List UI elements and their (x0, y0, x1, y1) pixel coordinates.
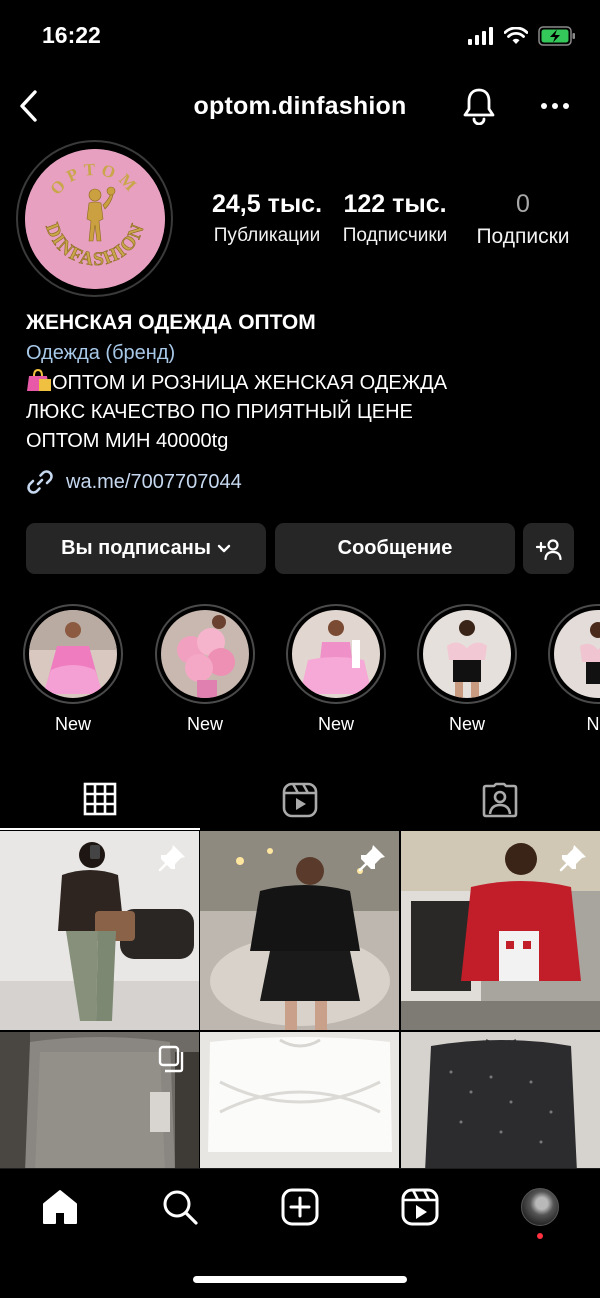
status-bar: 16:22 (0, 0, 600, 72)
signal-icon (468, 27, 493, 45)
post-tile[interactable] (200, 1032, 399, 1169)
bio-line-1: ОПТОМ И РОЗНИЦА ЖЕНСКАЯ ОДЕЖДА (52, 372, 448, 394)
profile-avatar-ring[interactable]: OPTOM DINFASHION (16, 140, 173, 297)
profile-tabs (0, 770, 600, 830)
notification-dot (537, 1233, 543, 1239)
highlight-item[interactable]: New (155, 604, 255, 735)
nav-home[interactable] (30, 1185, 90, 1229)
reels-icon (282, 782, 318, 818)
post-tile[interactable] (0, 831, 199, 1030)
highlight-thumbnail (161, 610, 249, 698)
highlight-thumbnail (292, 610, 380, 698)
create-icon (281, 1188, 319, 1226)
tab-reels[interactable] (200, 770, 400, 830)
more-icon (541, 103, 569, 109)
profile-avatar: OPTOM DINFASHION (24, 148, 165, 289)
following-button[interactable]: Вы подписаны (26, 523, 266, 574)
highlight-item[interactable]: New (23, 604, 123, 735)
nav-search[interactable] (150, 1185, 210, 1229)
suggested-people-button[interactable] (523, 523, 574, 574)
following-label: Подписки (476, 225, 570, 248)
posts-grid (0, 831, 600, 1169)
highlight-thumbnail (554, 610, 600, 698)
stat-following[interactable]: 0 Подписки (462, 190, 584, 249)
stat-posts[interactable]: 24,5 тыс. Публикации (206, 190, 328, 247)
more-options-button[interactable] (534, 84, 576, 128)
bio-name: ЖЕНСКАЯ ОДЕЖДА ОПТОМ (26, 311, 316, 334)
highlight-item[interactable]: New (417, 604, 517, 735)
carousel-icon (158, 1045, 184, 1073)
highlight-label: New (54, 714, 91, 734)
grid-icon (83, 782, 117, 816)
pin-icon (358, 845, 385, 872)
following-count: 0 (516, 190, 530, 218)
highlight-thumbnail (423, 610, 511, 698)
bio-category: Одежда (бренд) (26, 342, 176, 364)
home-icon (43, 1190, 77, 1224)
followers-label: Подписчики (342, 225, 448, 246)
highlight-item[interactable]: Ne (548, 604, 600, 735)
nav-create[interactable] (270, 1185, 330, 1229)
posts-label: Публикации (213, 225, 321, 246)
bio-line-2: ЛЮКС КАЧЕСТВО ПО ПРИЯТНЫЙ ЦЕНЕ (26, 401, 413, 423)
status-time: 16:22 (42, 22, 101, 48)
wifi-icon (504, 27, 528, 44)
battery-charging-icon (538, 26, 575, 46)
chevron-down-icon (217, 544, 231, 552)
following-button-label: Вы подписаны (61, 537, 211, 559)
highlight-label: New (317, 714, 354, 734)
tagged-icon (482, 782, 518, 818)
post-tile[interactable] (401, 831, 600, 1030)
home-indicator[interactable] (193, 1276, 407, 1283)
highlight-item[interactable]: New (286, 604, 386, 735)
nav-profile[interactable] (510, 1185, 570, 1229)
bio-text: ОПТОМ И РОЗНИЦА ЖЕНСКАЯ ОДЕЖДА ЛЮКС КАЧЕ… (26, 368, 586, 456)
bio-link[interactable]: wa.me/7007707044 (26, 468, 242, 496)
profile-avatar-small (521, 1188, 559, 1226)
stat-followers[interactable]: 122 тыс. Подписчики (336, 190, 454, 247)
pin-icon (559, 845, 586, 872)
pin-icon (158, 845, 185, 872)
post-tile[interactable] (401, 1032, 600, 1169)
search-icon (163, 1190, 198, 1225)
highlight-label: New (448, 714, 485, 734)
reels-icon (401, 1188, 439, 1226)
bell-icon (463, 88, 495, 125)
story-highlights: New New New New N (0, 604, 600, 744)
profile-bio: ЖЕНСКАЯ ОДЕЖДА ОПТОМ Одежда (бренд) ОПТО… (26, 310, 586, 456)
brand-logo: OPTOM DINFASHION (24, 148, 165, 289)
add-person-icon (535, 538, 562, 560)
highlight-label: Ne (586, 714, 600, 734)
highlight-label: New (186, 714, 223, 734)
tab-tagged[interactable] (400, 770, 600, 830)
post-tile[interactable] (200, 831, 399, 1030)
followers-count: 122 тыс. (343, 190, 447, 218)
notifications-button[interactable] (458, 84, 500, 128)
highlight-thumbnail (29, 610, 117, 698)
tab-posts-grid[interactable] (0, 770, 200, 830)
nav-reels[interactable] (390, 1185, 450, 1229)
profile-header: optom.dinfashion (0, 78, 600, 134)
message-button[interactable]: Сообщение (275, 523, 515, 574)
link-icon (27, 470, 53, 494)
message-button-label: Сообщение (337, 537, 453, 559)
bio-link-text[interactable]: wa.me/7007707044 (66, 471, 242, 494)
profile-username: optom.dinfashion (193, 92, 407, 120)
post-tile[interactable] (0, 1032, 199, 1169)
posts-count: 24,5 тыс. (211, 190, 323, 218)
bio-line-3: ОПТОМ МИН 40000tg (26, 430, 229, 452)
shopping-bags-icon (27, 368, 51, 391)
